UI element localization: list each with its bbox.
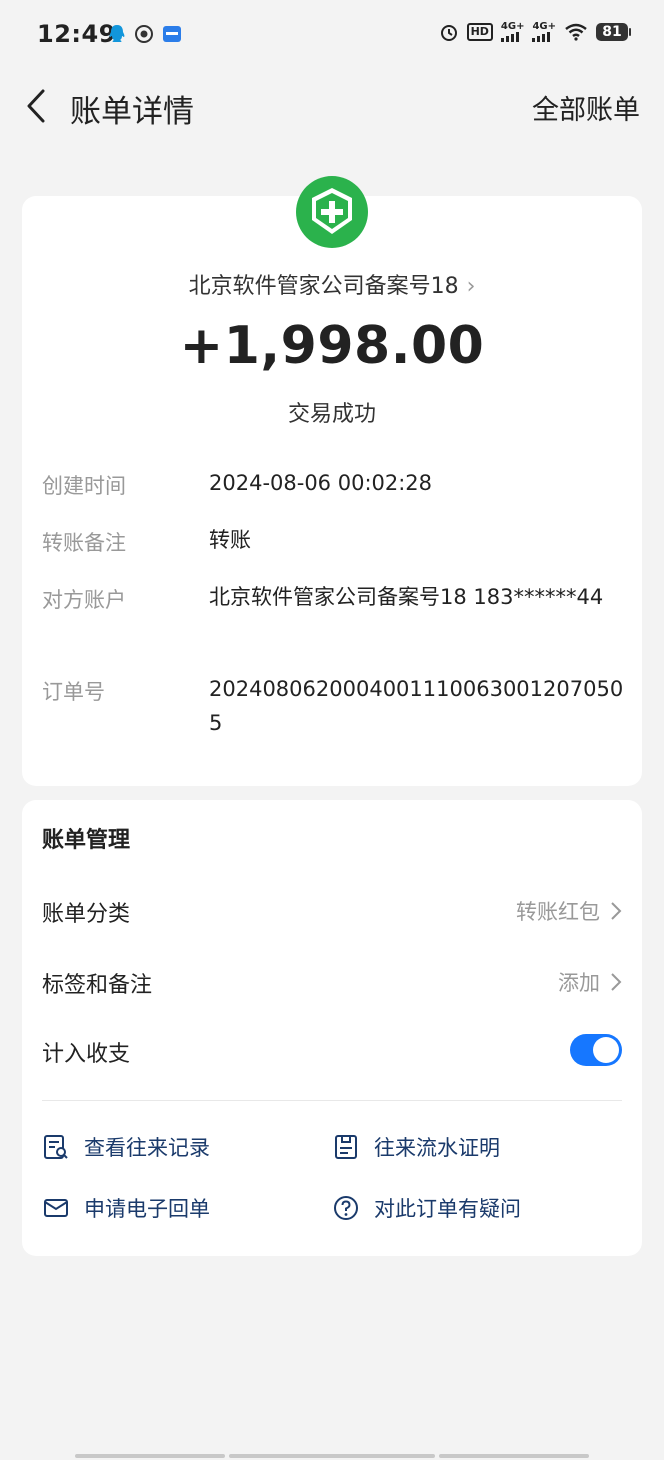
browser-icon	[135, 25, 153, 43]
detail-value-order: 20240806200040011100630012070505	[209, 677, 624, 735]
home-indicator	[75, 1454, 225, 1458]
category-value: 转账红包	[516, 900, 600, 924]
hd-icon: HD	[466, 23, 493, 41]
record-search-icon	[44, 1135, 68, 1159]
e-receipt-label: 申请电子回单	[84, 1197, 210, 1221]
alarm-icon	[440, 25, 457, 41]
statement-icon	[335, 1135, 357, 1159]
detail-label-created: 创建时间	[42, 474, 126, 498]
signal-bars-icon	[532, 32, 551, 42]
detail-label-order: 订单号	[42, 680, 105, 704]
signal-1-label: 4G+	[500, 21, 525, 32]
statement-proof-button[interactable]: 往来流水证明	[332, 1132, 500, 1162]
app-badge-icon	[163, 26, 181, 42]
view-records-button[interactable]: 查看往来记录	[42, 1132, 210, 1162]
merchant-name[interactable]: 北京软件管家公司备案号18 ›	[22, 268, 642, 300]
home-indicator	[439, 1454, 589, 1458]
wifi-icon	[565, 23, 587, 41]
status-time: 12:49	[37, 20, 116, 48]
transaction-card: 北京软件管家公司备案号18 › +1,998.00 交易成功 创建时间 2024-…	[22, 176, 642, 786]
shield-plus-icon	[296, 176, 368, 248]
e-receipt-button[interactable]: 申请电子回单	[42, 1193, 210, 1223]
all-bills-link[interactable]: 全部账单	[532, 88, 640, 127]
nav-bar: 账单详情 全部账单	[0, 70, 664, 140]
transaction-amount: +1,998.00	[179, 316, 485, 376]
section-title: 账单管理	[42, 828, 131, 853]
bill-management-card: 账单管理 账单分类 转账红包 标签和备注 添加 计入收支 查看往来记录 往来流水…	[22, 800, 642, 1256]
page-title: 账单详情	[70, 94, 194, 130]
transaction-status: 交易成功	[287, 402, 376, 427]
order-question-button[interactable]: 对此订单有疑问	[332, 1193, 521, 1223]
row-category-value[interactable]: 转账红包	[516, 896, 622, 926]
row-tags-label: 标签和备注	[42, 973, 153, 998]
system-status: HD 4G+ 4G+ 81	[439, 21, 631, 42]
row-income-label: 计入收支	[42, 1042, 131, 1067]
chevron-right-icon	[611, 973, 622, 991]
question-icon	[334, 1196, 358, 1220]
mail-icon	[44, 1199, 68, 1217]
notification-icons	[108, 24, 182, 44]
battery-icon: 81	[596, 23, 631, 41]
detail-value-account: 北京软件管家公司备案号18 183******44	[209, 585, 604, 609]
signal-2: 4G+	[532, 22, 556, 42]
income-toggle[interactable]	[570, 1034, 622, 1066]
signal-bars-icon	[500, 32, 519, 42]
merchant-name-text: 北京软件管家公司备案号18	[188, 274, 459, 299]
row-tags-value[interactable]: 添加	[558, 967, 622, 997]
signal-1: 4G+	[500, 21, 525, 42]
divider	[42, 1100, 622, 1101]
row-category-label: 账单分类	[42, 902, 131, 927]
qq-icon	[109, 25, 125, 42]
detail-value-created: 2024-08-06 00:02:28	[209, 471, 433, 495]
signal-2-label: 4G+	[532, 21, 556, 32]
detail-label-account: 对方账户	[42, 588, 126, 612]
detail-value-remark: 转账	[209, 528, 251, 552]
status-bar: 12:49 HD 4G+ 4G+ 81	[0, 0, 664, 70]
chevron-right-icon: ›	[466, 274, 476, 299]
statement-proof-label: 往来流水证明	[374, 1136, 500, 1160]
chevron-right-icon	[611, 902, 622, 920]
detail-label-remark: 转账备注	[42, 531, 126, 555]
view-records-label: 查看往来记录	[84, 1136, 210, 1160]
home-indicator	[229, 1454, 435, 1458]
tags-value: 添加	[558, 971, 600, 995]
back-icon[interactable]	[22, 86, 52, 126]
order-question-label: 对此订单有疑问	[374, 1197, 521, 1221]
